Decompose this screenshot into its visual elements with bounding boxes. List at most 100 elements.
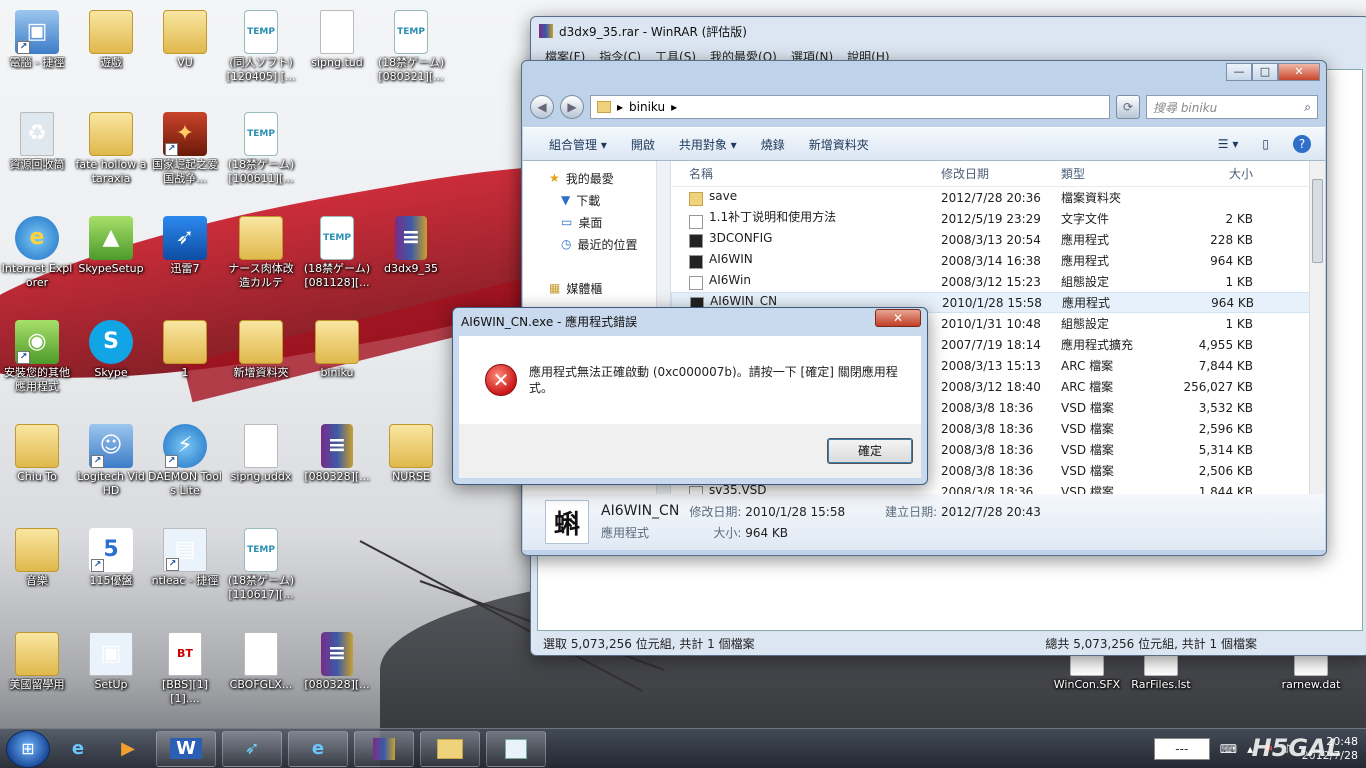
file-row[interactable]: 1.1补丁说明和使用方法 2012/5/19 23:29 文字文件 2 KB: [671, 208, 1325, 229]
nav-downloads[interactable]: ▼ 下載: [523, 189, 670, 211]
folder-icon: [239, 216, 283, 260]
desktop-icon-setup[interactable]: ▣ SetUp: [74, 632, 148, 692]
desktop-icon-chiu-to[interactable]: Chiu To: [0, 424, 74, 484]
taskbar-ie[interactable]: e: [288, 730, 348, 767]
desktop-icon-cbofglx[interactable]: CBOFGLX...: [224, 632, 298, 692]
desktop-icon-study-abroad[interactable]: 美國留學用: [0, 632, 74, 692]
desktop-icon-temp-120405[interactable]: TEMP (同人ソフト) [120405] [...: [224, 10, 298, 84]
burn-button[interactable]: 燒錄: [761, 136, 785, 153]
back-button[interactable]: ◀: [530, 95, 554, 119]
desktop-icon-rarfiles-lst[interactable]: RarFiles.lst: [1124, 652, 1198, 692]
forward-button[interactable]: ▶: [560, 95, 584, 119]
taskbar-word[interactable]: W: [156, 730, 216, 767]
taskbar-ai6win[interactable]: [486, 730, 546, 767]
desktop-icon-115[interactable]: 5 ↗ 115優盤: [74, 528, 148, 588]
desktop-icon-sipng-uddx[interactable]: sipng.uddx: [224, 424, 298, 484]
address-bar[interactable]: ▸ biniku ▸: [590, 95, 1110, 119]
desktop-icon-install-apps[interactable]: ◉ ↗ 安裝您的其他應用程式: [0, 320, 74, 394]
taskbar-xunlei[interactable]: ➶: [222, 730, 282, 767]
desktop-icon-rarnew-dat[interactable]: rarnew.dat: [1274, 652, 1348, 692]
winrar-titlebar[interactable]: d3dx9_35.rar - WinRAR (評估版): [531, 17, 1366, 45]
desktop-icon-logitech[interactable]: ☺ ↗ Logitech Vid HD: [74, 424, 148, 498]
dialog-close-button[interactable]: ✕: [875, 309, 921, 327]
folder-icon: [163, 320, 207, 364]
desktop-icon-games[interactable]: 遊戲: [74, 10, 148, 70]
organize-button[interactable]: 組合管理 ▾: [549, 136, 607, 153]
desktop-icon-d3dx9-rar[interactable]: ≡ d3dx9_35: [374, 216, 448, 276]
desktop-icon-080328-rar-2[interactable]: ≡ [080328][...: [300, 632, 374, 692]
taskbar-media-player[interactable]: ▶: [106, 731, 150, 767]
error-dialog[interactable]: AI6WIN_CN.exe - 應用程式錯誤 ✕ ✕ 應用程式無法正確啟動 (0…: [452, 307, 928, 485]
refresh-button[interactable]: ⟳: [1116, 95, 1140, 119]
open-button[interactable]: 開啟: [631, 136, 655, 153]
desktop-icon-temp-110617[interactable]: TEMP (18禁ゲーム) [110617][...: [224, 528, 298, 602]
close-button[interactable]: ✕: [1278, 63, 1320, 81]
column-size[interactable]: 大小: [1173, 165, 1253, 182]
desktop-icon-daemon-tools[interactable]: ⚡ ↗ DAEMON Tools Lite: [148, 424, 222, 498]
ok-button[interactable]: 確定: [827, 438, 913, 464]
share-with-button[interactable]: 共用對象 ▾: [679, 136, 737, 153]
new-folder-button[interactable]: 新增資料夾: [809, 136, 869, 153]
desktop-icon-ntleac[interactable]: ▤ ↗ ntleac - 捷徑: [148, 528, 222, 588]
nav-favorites[interactable]: ★ 我的最愛: [523, 167, 670, 189]
scrollbar-thumb[interactable]: [1312, 179, 1323, 263]
desktop-icon-sipng-tud[interactable]: sipng.tud: [300, 10, 374, 70]
nav-recent-places[interactable]: ◷ 最近的位置: [523, 233, 670, 255]
desktop-icon-recycle-bin[interactable]: ♻ 資源回收筒: [0, 112, 74, 172]
help-icon[interactable]: ?: [1293, 135, 1311, 153]
column-type[interactable]: 類型: [1053, 165, 1173, 182]
desktop-icon-xunlei[interactable]: ➶ 迅雷7: [148, 216, 222, 276]
nav-libraries[interactable]: ▦ 媒體櫃: [523, 277, 670, 299]
keyboard-icon[interactable]: ⌨: [1220, 742, 1237, 756]
tray-input-indicator[interactable]: ---: [1153, 738, 1210, 760]
view-options-icon[interactable]: ☰ ▾: [1218, 137, 1239, 151]
file-row[interactable]: AI6WIN 2008/3/14 16:38 應用程式 964 KB: [671, 250, 1325, 271]
winrar-statusbar: 選取 5,073,256 位元組, 共計 1 個檔案 總共 5,073,256 …: [537, 633, 1363, 653]
temp-file-icon: TEMP: [244, 528, 278, 572]
desktop-icon-game-shortcut[interactable]: ✦ ↗ 国家崛起之爱国战争...: [148, 112, 222, 186]
file-row[interactable]: save 2012/7/28 20:36 檔案資料夾: [671, 187, 1325, 208]
preview-pane-icon[interactable]: ▯: [1262, 137, 1269, 151]
desktop-icon-skype[interactable]: S Skype: [74, 320, 148, 380]
desktop-icon-new-folder[interactable]: 新增資料夾: [224, 320, 298, 380]
minimize-button[interactable]: —: [1226, 63, 1252, 81]
desktop-icon-folder-1[interactable]: 1: [148, 320, 222, 380]
desktop-icon-fate[interactable]: fate hollow ataraxia: [74, 112, 148, 186]
desktop-icon-nurse[interactable]: NURSE: [374, 424, 448, 484]
desktop-icon-vu[interactable]: VU: [148, 10, 222, 70]
desktop-icon-wincon-sfx[interactable]: WinCon.SFX: [1050, 652, 1124, 692]
desktop-icon-temp-100611[interactable]: TEMP (18禁ゲーム) [100611][...: [224, 112, 298, 186]
column-date[interactable]: 修改日期: [933, 165, 1053, 182]
file-row[interactable]: AI6Win 2008/3/12 15:23 組態設定 1 KB: [671, 271, 1325, 292]
vertical-scrollbar[interactable]: [1309, 161, 1325, 494]
desktop-icon-temp-080321[interactable]: TEMP (18禁ゲーム) [080321][...: [374, 10, 448, 84]
taskbar-explorer[interactable]: [420, 730, 480, 767]
desktop-icon-skypesetup[interactable]: ▲ SkypeSetup: [74, 216, 148, 276]
desktop-icon-temp-081128[interactable]: TEMP (18禁ゲーム) [081128][...: [300, 216, 374, 290]
maximize-button[interactable]: □: [1252, 63, 1278, 81]
details-pane: 蝌 AI6WIN_CN 修改日期: 2010/1/28 15:58 建立日期: …: [523, 494, 1325, 550]
address-path[interactable]: biniku: [629, 100, 665, 114]
desktop-icon-080328-rar[interactable]: ≡ [080328][...: [300, 424, 374, 484]
taskbar-winrar[interactable]: [354, 730, 414, 767]
column-name[interactable]: 名稱: [671, 165, 933, 182]
file-type: 應用程式: [1061, 254, 1110, 268]
desktop-icon-bbs-torrent[interactable]: BT [BBS][1][1]....: [148, 632, 222, 706]
desktop-icon-music[interactable]: 音樂: [0, 528, 74, 588]
search-placeholder: 搜尋 biniku: [1153, 100, 1218, 115]
desktop-icon-nurse-folder[interactable]: ナース肉体改造カルテ: [224, 216, 298, 290]
rar-archive-icon: ≡: [321, 632, 353, 676]
nav-desktop[interactable]: ▭ 桌面: [523, 211, 670, 233]
desktop-icon-ie[interactable]: e Internet Explorer: [0, 216, 74, 290]
desktop-icon-computer[interactable]: ▣ ↗ 電腦 - 捷徑: [0, 10, 74, 70]
file-row[interactable]: 3DCONFIG 2008/3/13 20:54 應用程式 228 KB: [671, 229, 1325, 250]
taskbar-ie-pinned[interactable]: e: [56, 731, 100, 767]
start-button[interactable]: ⊞: [6, 729, 50, 768]
search-input[interactable]: 搜尋 biniku ⌕: [1146, 95, 1318, 119]
nav-label: 桌面: [578, 215, 603, 230]
dialog-titlebar[interactable]: AI6WIN_CN.exe - 應用程式錯誤: [453, 308, 927, 334]
desktop-icon-biniku[interactable]: biniku: [300, 320, 374, 380]
file-date: 2012/7/28 20:36: [941, 190, 1041, 205]
dialog-message-area: ✕ 應用程式無法正確啟動 (0xc000007b)。請按一下 [確定] 關閉應用…: [459, 336, 921, 424]
file-name: save: [671, 189, 933, 207]
